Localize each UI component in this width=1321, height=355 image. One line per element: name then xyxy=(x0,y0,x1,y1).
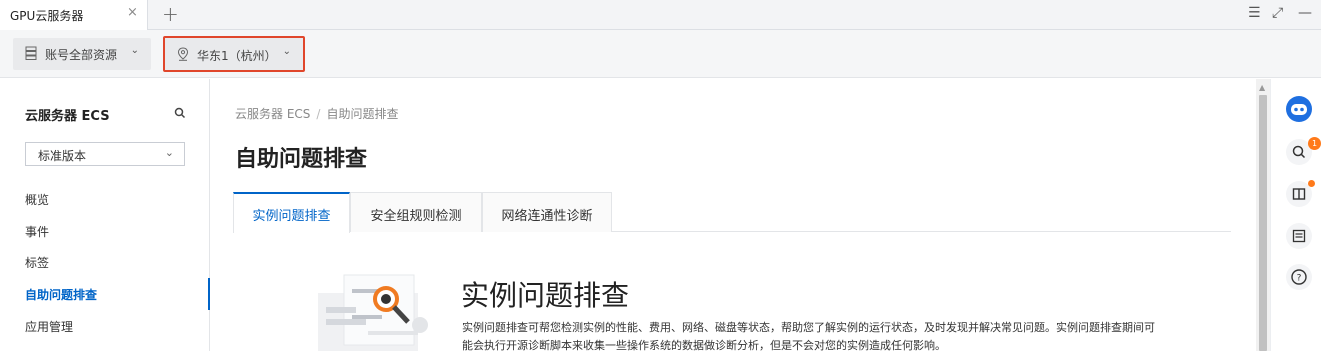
notification-dot xyxy=(1308,180,1315,187)
sidebar-item-events[interactable]: 事件 xyxy=(0,215,210,247)
chevron-down-icon: ⌄ xyxy=(130,45,139,56)
browser-tab-bar: GPU云服务器 × + ☰ ⤢ — xyxy=(0,0,1321,30)
tab-security-group-check[interactable]: 安全组规则检测 xyxy=(350,192,482,232)
version-select-value: 标准版本 xyxy=(38,149,87,163)
sidebar-item-self-troubleshoot[interactable]: 自助问题排查 xyxy=(0,278,210,310)
restore-icon[interactable]: ⤢ xyxy=(1272,5,1283,21)
sidebar-item-overview[interactable]: 概览 xyxy=(0,183,210,215)
sidebar: 云服务器 ECS 标准版本 ⌄ 概览 事件 标签 自助问题排查 应用管理 xyxy=(0,79,210,351)
add-tab-icon[interactable]: + xyxy=(162,2,179,26)
breadcrumb-separator: / xyxy=(316,107,321,121)
menu-icon[interactable]: ☰ xyxy=(1248,5,1261,21)
assistant-robot-icon[interactable] xyxy=(1285,95,1313,123)
sidebar-title: 云服务器 ECS xyxy=(25,109,110,124)
scrollbar-thumb[interactable] xyxy=(1259,95,1267,351)
breadcrumb-link[interactable]: 云服务器 ECS xyxy=(235,107,310,121)
tab-instance-troubleshoot[interactable]: 实例问题排查 xyxy=(233,192,350,233)
sidebar-item-label: 概览 xyxy=(25,193,50,207)
tab-label: 实例问题排查 xyxy=(252,209,331,224)
right-rail: ? xyxy=(1270,79,1321,351)
sidebar-item-label: 自助问题排查 xyxy=(25,288,98,302)
breadcrumb: 云服务器 ECS / 自助问题排查 xyxy=(235,105,398,122)
page-title: 自助问题排查 xyxy=(235,147,368,172)
breadcrumb-current: 自助问题排查 xyxy=(326,107,399,121)
browser-tab[interactable]: GPU云服务器 × xyxy=(0,0,148,30)
scroll-up-icon[interactable]: ▲ xyxy=(1259,83,1265,92)
server-stack-icon xyxy=(25,46,37,60)
sidebar-item-label: 标签 xyxy=(25,256,50,270)
sidebar-item-tags[interactable]: 标签 xyxy=(0,246,210,278)
account-selector-label: 账号全部资源 xyxy=(45,48,118,62)
minimize-icon[interactable]: — xyxy=(1298,5,1312,21)
browser-tab-title: GPU云服务器 xyxy=(10,9,84,23)
hero-description: 实例问题排查可帮您检测实例的性能、费用、网络、磁盘等状态，帮助您了解实例的运行状… xyxy=(462,321,1155,352)
scrollbar[interactable]: ▲ xyxy=(1256,79,1270,351)
hero-title: 实例问题排查 xyxy=(461,279,630,312)
sidebar-item-label: 事件 xyxy=(25,225,50,239)
version-select[interactable]: 标准版本 ⌄ xyxy=(25,142,185,166)
region-selector-label: 华东1（杭州） xyxy=(197,49,277,63)
region-selector[interactable]: 华东1（杭州） ⌄ xyxy=(163,36,305,72)
tab-label: 网络连通性诊断 xyxy=(501,209,593,224)
help-icon[interactable]: ? xyxy=(1285,263,1313,291)
sidebar-item-app-management[interactable]: 应用管理 xyxy=(0,310,210,342)
chevron-down-icon: ⌄ xyxy=(282,46,291,57)
top-toolbar: 账号全部资源 ⌄ 华东1（杭州） ⌄ xyxy=(0,30,1321,78)
checklist-icon[interactable] xyxy=(1285,222,1313,250)
search-icon[interactable] xyxy=(174,107,186,119)
tab-bar: 实例问题排查 安全组规则检测 网络连通性诊断 xyxy=(233,192,1231,233)
tab-label: 安全组规则检测 xyxy=(370,209,462,224)
tab-network-diagnosis[interactable]: 网络连通性诊断 xyxy=(482,192,612,232)
account-resource-selector[interactable]: 账号全部资源 ⌄ xyxy=(13,38,151,70)
chevron-down-icon: ⌄ xyxy=(164,146,174,159)
main-content: 云服务器 ECS / 自助问题排查 自助问题排查 实例问题排查 安全组规则检测 网络… xyxy=(211,79,1256,352)
troubleshoot-illustration xyxy=(318,274,428,351)
location-pin-icon xyxy=(177,47,189,61)
close-icon[interactable]: × xyxy=(127,5,138,20)
sidebar-item-label: 应用管理 xyxy=(25,320,74,334)
svg-text:?: ? xyxy=(1297,274,1302,284)
notification-badge: 1 xyxy=(1308,137,1321,150)
